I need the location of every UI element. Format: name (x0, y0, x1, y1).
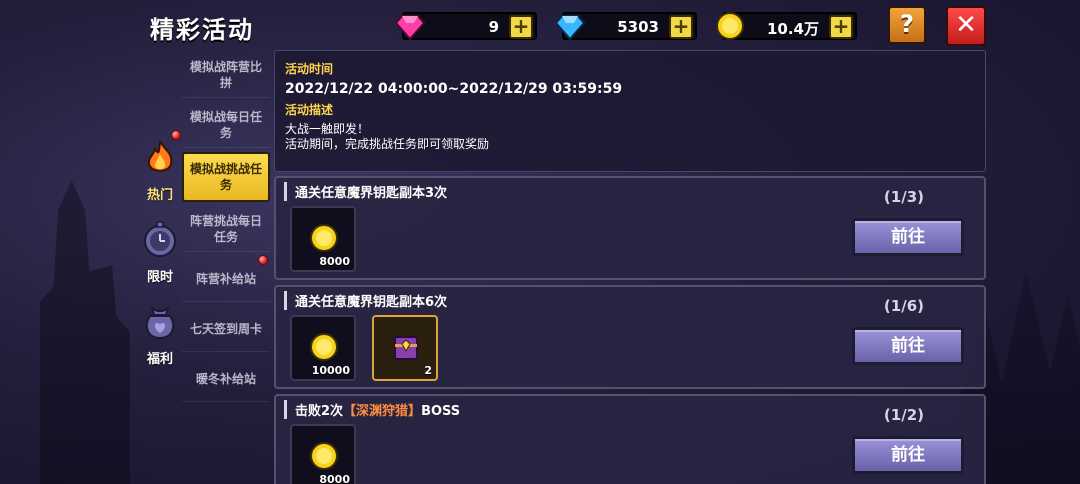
reward-qty: 10000 (311, 364, 350, 377)
pink-gem-icon (394, 15, 426, 41)
notification-dot (171, 130, 181, 140)
reward-slot[interactable]: 8000 (290, 206, 356, 272)
activity-item-sim-daily[interactable]: 模拟战每日任务 (182, 102, 270, 148)
task-name: 击败2次【深渊狩猎】BOSS (284, 400, 460, 419)
task-progress: (1/3) (883, 188, 924, 206)
task-name-suffix: BOSS (421, 404, 461, 419)
reward-slot[interactable]: 2 (372, 315, 438, 381)
background-castle (40, 180, 130, 484)
task-name-prefix: 击败2次 (295, 404, 344, 419)
diamond-value: 5303 (617, 18, 659, 36)
gold-coin-icon (310, 333, 338, 361)
blue-diamond-icon (554, 15, 586, 41)
close-button[interactable]: ✕ (946, 6, 986, 46)
gold-coin-icon (310, 442, 338, 470)
gem-value: 9 (488, 18, 499, 36)
add-diamond-button[interactable]: + (669, 15, 693, 39)
reward-qty: 2 (424, 364, 432, 377)
add-gem-button[interactable]: + (509, 15, 533, 39)
treasure-chest-icon (394, 336, 418, 360)
go-button[interactable]: 前往 (852, 327, 964, 365)
go-button[interactable]: 前往 (852, 436, 964, 474)
reward-slot[interactable]: 10000 (290, 315, 356, 381)
reward-qty: 8000 (319, 473, 350, 484)
task-name: 通关任意魔界钥匙副本6次 (284, 291, 447, 310)
gold-value: 10.4万 (766, 20, 819, 38)
task-progress: (1/2) (883, 406, 924, 424)
desc-heading: 活动描述 (285, 103, 334, 117)
desc-line-1: 大战一触即发！ (285, 122, 370, 136)
gold-coin-icon (716, 12, 744, 40)
activity-item-seven-day-card[interactable]: 七天签到周卡 (182, 306, 270, 352)
gold-counter: 10.4万 + (716, 12, 857, 40)
gift-bag-icon (145, 304, 175, 340)
activity-item-sim-challenge[interactable]: 模拟战挑战任务 (182, 152, 270, 202)
category-limited-label: 限时 (146, 270, 173, 285)
fire-icon (147, 140, 173, 172)
help-button[interactable]: ? (888, 6, 926, 44)
time-heading: 活动时间 (285, 62, 334, 76)
gem-counter: 9 + (394, 12, 537, 41)
desc-line-2: 活动期间，完成挑战任务即可领取奖励 (285, 137, 490, 151)
activity-info-panel: 活动时间 2022/12/22 04:00:00~2022/12/29 03:5… (274, 50, 986, 172)
task-card: 通关任意魔界钥匙副本3次 (1/3) 8000 前往 (274, 176, 986, 280)
gold-coin-icon (310, 224, 338, 252)
activity-item-faction-compare[interactable]: 模拟战阵营比拼 (182, 52, 270, 98)
activity-item-faction-daily[interactable]: 阵营挑战每日任务 (182, 206, 270, 252)
task-card: 击败2次【深渊狩猎】BOSS (1/2) 8000 前往 (274, 394, 986, 484)
add-gold-button[interactable]: + (829, 15, 853, 39)
reward-qty: 8000 (319, 255, 350, 268)
category-limited[interactable]: 限时 (138, 220, 182, 285)
category-welfare-label: 福利 (146, 352, 173, 367)
category-hot-label: 热门 (146, 188, 173, 203)
task-progress: (1/6) (883, 297, 924, 315)
task-card: 通关任意魔界钥匙副本6次 (1/6) 10000 2 前往 (274, 285, 986, 389)
go-button[interactable]: 前往 (852, 218, 964, 256)
task-name-highlight: 【深渊狩猎】 (343, 404, 422, 419)
task-name: 通关任意魔界钥匙副本3次 (284, 182, 447, 201)
activity-item-winter-supply[interactable]: 暖冬补给站 (182, 356, 270, 402)
diamond-counter: 5303 + (554, 12, 697, 41)
time-value: 2022/12/22 04:00:00~2022/12/29 03:59:59 (285, 81, 623, 97)
notification-dot (258, 255, 268, 265)
clock-icon (144, 221, 176, 257)
category-welfare[interactable]: 福利 (138, 302, 182, 367)
activity-item-faction-supply[interactable]: 阵营补给站 (182, 256, 270, 302)
page-title: 精彩活动 (150, 16, 254, 44)
category-hot[interactable]: 热门 (138, 138, 182, 203)
reward-slot[interactable]: 8000 (290, 424, 356, 484)
